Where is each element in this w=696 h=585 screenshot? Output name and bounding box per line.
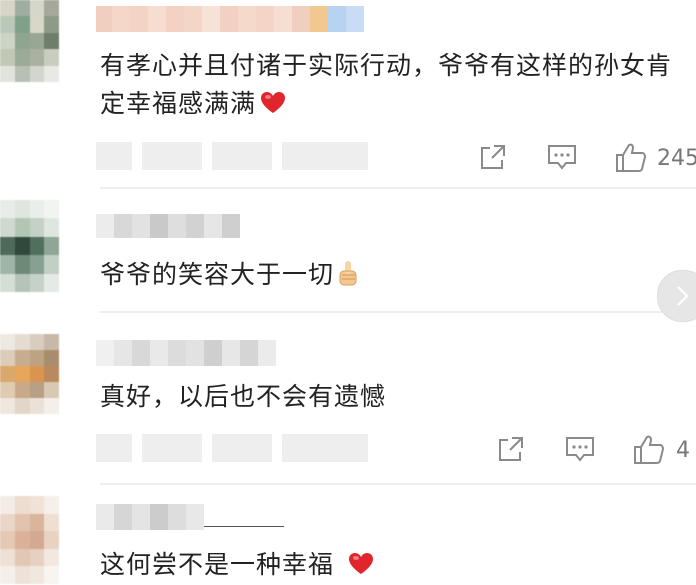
username-blurred[interactable] — [96, 340, 276, 366]
comment-item: 真好，以后也不会有遗憾 4 — [0, 312, 696, 485]
like-icon[interactable] — [614, 142, 648, 176]
comment-text-content: 爷爷的笑容大于一切 — [100, 260, 335, 289]
avatar[interactable] — [0, 334, 74, 414]
red-heart-icon — [261, 92, 286, 113]
comment-text-content: 真好，以后也不会有遗憾 — [100, 382, 387, 411]
like-count: 245 — [657, 146, 696, 171]
like-count: 4 — [676, 438, 690, 463]
avatar[interactable] — [0, 0, 74, 82]
comment-icon[interactable] — [564, 434, 598, 468]
like-icon[interactable] — [632, 434, 666, 468]
avatar[interactable] — [0, 200, 74, 292]
username-blurred[interactable] — [96, 6, 364, 32]
divider — [100, 187, 696, 189]
comment-text: 爷爷的笑容大于一切 — [100, 256, 360, 294]
share-icon[interactable] — [496, 434, 530, 468]
comment-text: 有孝心并且付诸于实际行动，爷爷有这样的孙女肯定幸福感满满 — [100, 47, 690, 123]
action-bar: 4 — [0, 434, 696, 474]
avatar[interactable] — [0, 496, 74, 584]
comment-text: 这何尝不是一种幸福 — [100, 546, 374, 584]
action-bar: 245 — [0, 142, 696, 182]
chevron-right-icon — [677, 286, 689, 306]
comment-icon[interactable] — [546, 142, 580, 176]
share-icon[interactable] — [478, 142, 512, 176]
username-blurred[interactable] — [96, 214, 240, 238]
comment-item: 爷爷的笑容大于一切 — [0, 190, 696, 313]
username-blurred[interactable] — [96, 504, 284, 530]
thumbs-up-icon — [339, 261, 357, 286]
comment-text-content: 这何尝不是一种幸福 — [100, 550, 335, 579]
red-heart-icon — [349, 553, 374, 574]
comment-text: 真好，以后也不会有遗憾 — [100, 378, 386, 416]
comment-item: 有孝心并且付诸于实际行动，爷爷有这样的孙女肯定幸福感满满 245 — [0, 0, 696, 190]
comment-item: 这何尝不是一种幸福 — [0, 484, 696, 585]
comment-text-content: 有孝心并且付诸于实际行动，爷爷有这样的孙女肯定幸福感满满 — [100, 51, 673, 118]
